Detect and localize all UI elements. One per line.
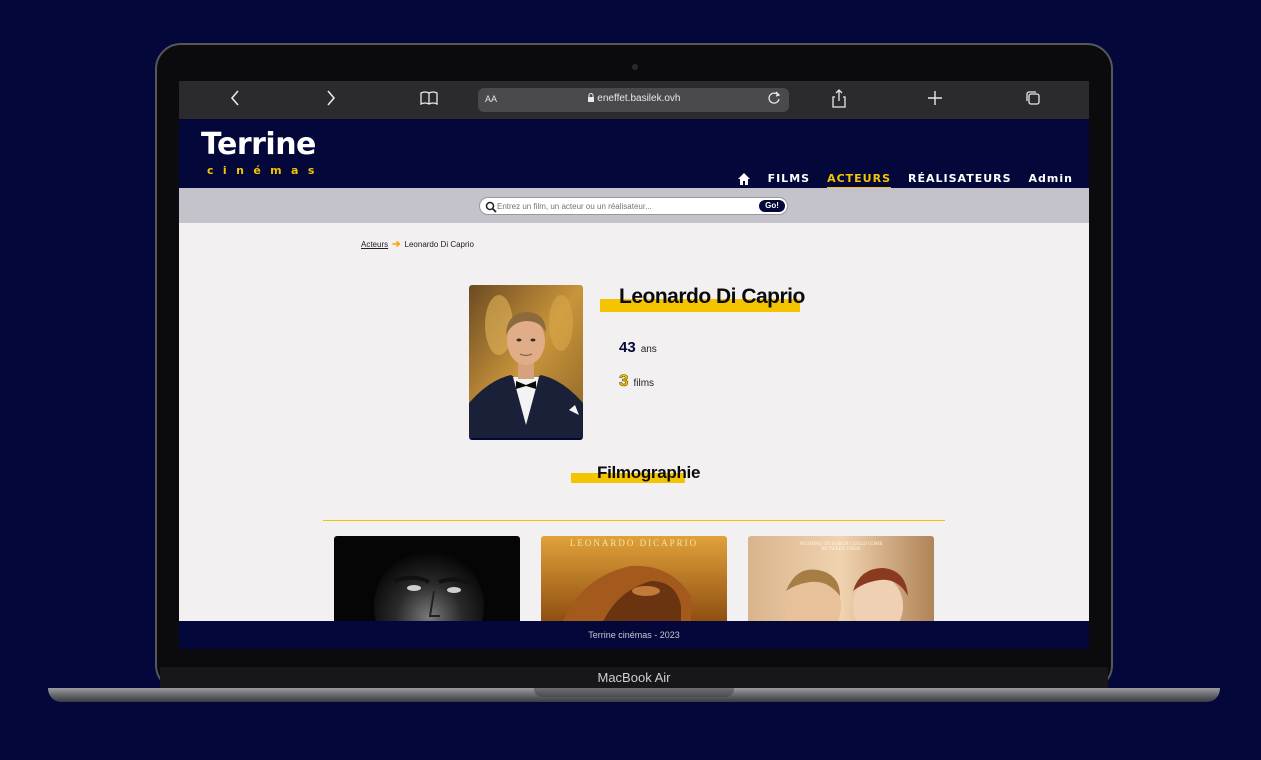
films-unit: films	[633, 378, 655, 389]
age-value: 43	[619, 339, 636, 356]
device-label: MacBook Air	[160, 667, 1108, 689]
section-divider	[323, 520, 945, 521]
age-unit: ans	[640, 344, 657, 355]
search-bar: Go!	[179, 188, 1089, 223]
arrow-right-icon: ➔	[392, 239, 401, 250]
address-bar[interactable]: AA eneffet.basilek.ovh	[478, 88, 789, 112]
film-poster[interactable]	[334, 536, 520, 626]
actor-photo	[469, 285, 583, 440]
films-value: 3	[619, 371, 629, 391]
filmography-heading: Filmographie	[571, 463, 700, 483]
breadcrumb-acteurs-link[interactable]: Acteurs	[361, 240, 388, 249]
filmography-title: Filmographie	[597, 463, 701, 482]
film-poster[interactable]: NOTHING ON EARTH COULD COME BETWEEN THEM	[748, 536, 934, 626]
search-input[interactable]	[497, 200, 747, 213]
search-box: Go!	[479, 197, 788, 215]
chevron-right-icon[interactable]	[325, 89, 337, 111]
plus-icon[interactable]	[927, 89, 943, 111]
nav-realisateurs[interactable]: RÉALISATEURS	[908, 172, 1012, 185]
actor-film-count: 3 films	[619, 371, 654, 391]
share-icon[interactable]	[831, 89, 847, 113]
chevron-left-icon[interactable]	[229, 89, 241, 111]
site-footer: Terrine cinémas - 2023	[179, 621, 1089, 649]
breadcrumb-current: Leonardo Di Caprio	[404, 240, 474, 249]
url-value: eneffet.basilek.ovh	[597, 93, 681, 104]
actor-name-block: Leonardo Di Caprio	[600, 285, 805, 312]
search-go-button[interactable]: Go!	[759, 200, 785, 212]
reload-icon[interactable]	[767, 90, 781, 109]
browser-toolbar: AA eneffet.basilek.ovh	[179, 81, 1089, 119]
home-icon[interactable]	[737, 172, 751, 186]
tabs-icon[interactable]	[1024, 89, 1042, 111]
actor-age: 43 ans	[619, 339, 657, 356]
poster-title: LEONARDO DICAPRIO	[569, 538, 699, 548]
breadcrumb: Acteurs ➔ Leonardo Di Caprio	[361, 239, 474, 250]
poster-tagline: NOTHING ON EARTH COULD COME BETWEEN THEM	[799, 542, 883, 552]
site-header: Terrine cinémas FILMS ACTEURS RÉALISATEU…	[179, 119, 1089, 189]
main-nav: FILMS ACTEURS RÉALISATEURS Admin	[737, 168, 1073, 189]
nav-acteurs[interactable]: ACTEURS	[827, 172, 892, 189]
book-icon[interactable]	[419, 89, 439, 111]
nav-admin[interactable]: Admin	[1029, 172, 1073, 185]
nav-films[interactable]: FILMS	[768, 172, 811, 185]
site-logo[interactable]: Terrine	[201, 127, 316, 162]
screen: AA eneffet.basilek.ovh Terrine cinémas F…	[179, 81, 1089, 649]
search-icon	[485, 200, 497, 213]
url-text: eneffet.basilek.ovh	[478, 93, 789, 104]
film-poster[interactable]: LEONARDO DICAPRIO	[541, 536, 727, 626]
actor-name: Leonardo Di Caprio	[619, 285, 805, 308]
site-logo-subtitle: cinémas	[207, 164, 324, 177]
laptop-notch	[534, 688, 734, 697]
camera	[632, 64, 638, 70]
lock-icon	[587, 93, 594, 102]
